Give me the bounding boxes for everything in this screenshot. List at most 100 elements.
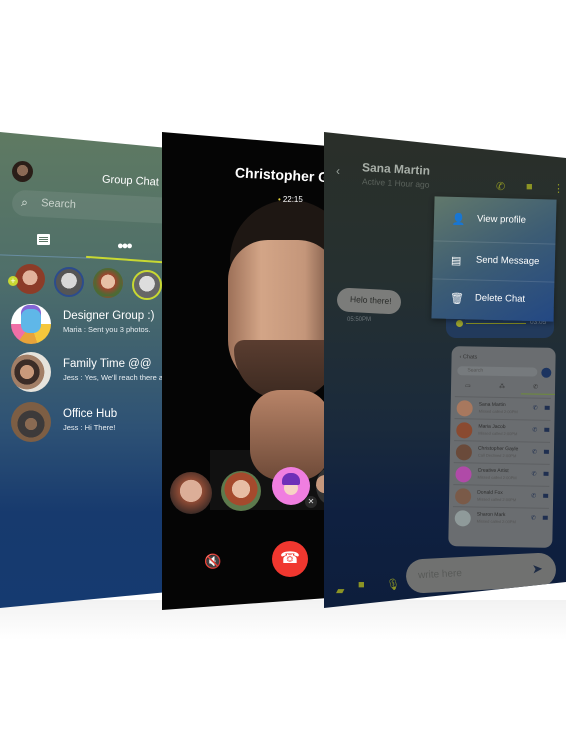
mini-contact-row: Sana Martin Missed called 2:00PM ✆ bbox=[454, 396, 551, 421]
group-avatar bbox=[11, 304, 51, 344]
chat-name: Family Time @@ bbox=[63, 358, 152, 370]
story-avatar[interactable] bbox=[93, 268, 123, 298]
chat-list-item[interactable]: Family Time @@ Jess : Yes, We'll reach t… bbox=[11, 352, 168, 394]
message-input[interactable]: write here ➤ bbox=[405, 552, 557, 594]
mini-video-icon bbox=[543, 471, 549, 476]
video-camera-icon[interactable]: ■ bbox=[526, 181, 533, 193]
incoming-message-bubble: Helo there! bbox=[336, 287, 402, 315]
tab-groups-group-icon[interactable]: ●●● bbox=[117, 240, 133, 252]
mini-phone-icon: ✆ bbox=[531, 449, 537, 456]
menu-item-label: Delete Chat bbox=[474, 292, 526, 305]
mini-video-icon bbox=[544, 427, 550, 432]
speaker-mute-button[interactable]: 🔇 bbox=[204, 553, 221, 570]
video-call-screen: Christopher Ga • 22:15 ✕ 🔇 ☎ bbox=[162, 132, 328, 610]
mini-contact-name: Creative Artist bbox=[477, 467, 509, 475]
mini-contact-name: Sana Martin bbox=[478, 401, 506, 409]
message-text: Helo there! bbox=[349, 294, 392, 307]
mini-phone-icon: ✆ bbox=[532, 427, 538, 434]
search-placeholder: Search bbox=[40, 197, 77, 211]
mini-avatar bbox=[456, 400, 473, 417]
tab-chats-message-icon[interactable] bbox=[37, 234, 50, 245]
mini-phone-icon: ✆ bbox=[530, 515, 536, 522]
search-icon: ⌕ bbox=[20, 195, 29, 210]
plus-icon[interactable]: + bbox=[8, 276, 18, 286]
floor-shadow bbox=[0, 600, 566, 640]
audio-progress-bar[interactable] bbox=[466, 323, 526, 324]
story-avatar[interactable] bbox=[54, 267, 84, 297]
mini-tab-chats: ▭ bbox=[465, 383, 471, 390]
phone-icon[interactable]: ✆ bbox=[496, 180, 505, 193]
menu-item-delete-chat[interactable]: 🗑 Delete Chat bbox=[431, 278, 555, 321]
mic-off-icon: ✕ bbox=[305, 496, 317, 508]
mini-video-icon bbox=[543, 493, 549, 498]
mini-contact-name: Donald Fox bbox=[477, 489, 503, 497]
mini-tab-groups: ⁂ bbox=[498, 383, 506, 391]
send-icon[interactable]: ➤ bbox=[531, 561, 543, 578]
caller-video bbox=[210, 200, 328, 510]
story-avatar[interactable] bbox=[132, 270, 162, 300]
chat-conversation-screen: ‹ Sana Martin Active 1 Hour ago ✆ ■ ⋮ He… bbox=[324, 132, 566, 608]
chat-last-message: Maria : Sent you 3 photos. bbox=[63, 325, 151, 334]
mini-contact-status: Missed called 2:00PM bbox=[477, 474, 517, 481]
mini-tab-indicator bbox=[520, 393, 555, 395]
message-input-placeholder: write here bbox=[417, 568, 463, 582]
chat-name: Designer Group :) bbox=[63, 310, 155, 322]
search-input[interactable]: ⌕ Search bbox=[11, 189, 168, 225]
mini-video-icon bbox=[543, 449, 549, 454]
call-duration: 22:15 bbox=[282, 195, 303, 204]
chat-last-message: Jess : Hi There! bbox=[63, 423, 116, 432]
mini-contact-name: Maria Jacob bbox=[478, 423, 506, 431]
trash-icon: 🗑 bbox=[449, 292, 465, 306]
user-avatar[interactable] bbox=[12, 161, 33, 182]
screen-title: Group Chat bbox=[101, 173, 160, 189]
mini-contact-status: Missed called 2:00PM bbox=[478, 430, 518, 437]
mini-contact-row: Sharon Mark Missed called 2:00PM ✆ bbox=[452, 506, 549, 531]
participant-avatar[interactable] bbox=[170, 472, 212, 514]
menu-item-label: Send Message bbox=[475, 254, 540, 268]
mini-video-icon bbox=[542, 515, 548, 520]
mini-contact-status: Missed called 2:00PM bbox=[477, 496, 517, 503]
shared-screenshot-message[interactable]: ‹ Chats Search ▭ ⁂ ✆ Sana Martin Missed c… bbox=[448, 346, 556, 548]
app-showcase: Group Chat ⌕ Search ●●● + Designer Group… bbox=[0, 0, 566, 743]
participant-avatar[interactable] bbox=[221, 471, 261, 511]
chat-list-item[interactable]: Designer Group :) Maria : Sent you 3 pho… bbox=[11, 304, 168, 346]
back-icon[interactable]: ‹ bbox=[336, 164, 340, 178]
person-icon: 👤 bbox=[451, 213, 466, 227]
callee-name: Christopher Ga bbox=[234, 164, 328, 186]
group-avatar bbox=[11, 352, 51, 392]
chat-name: Office Hub bbox=[63, 408, 118, 420]
play-icon[interactable] bbox=[456, 320, 463, 327]
mini-tab-calls: ✆ bbox=[532, 384, 539, 391]
recording-dot-icon: • bbox=[278, 195, 281, 204]
call-timer: • 22:15 bbox=[278, 195, 303, 204]
menu-item-send-message[interactable]: ▤ Send Message bbox=[432, 240, 556, 283]
chat-list-item[interactable]: Office Hub Jess : Hi There! bbox=[11, 402, 168, 444]
end-call-button[interactable]: ☎ bbox=[272, 541, 308, 577]
group-avatar bbox=[11, 402, 51, 442]
message-time: 05:50PM bbox=[347, 317, 372, 323]
menu-item-label: View profile bbox=[476, 213, 527, 226]
mini-avatar bbox=[456, 422, 473, 439]
context-menu: 👤 View profile ▤ Send Message 🗑 Delete C… bbox=[431, 196, 557, 322]
more-vertical-icon[interactable]: ⋮ bbox=[553, 182, 564, 195]
mini-search: Search bbox=[457, 366, 538, 377]
message-icon: ▤ bbox=[450, 254, 462, 268]
menu-item-view-profile[interactable]: 👤 View profile bbox=[434, 200, 557, 241]
mini-contact-status: Missed called 2:00PM bbox=[476, 518, 516, 525]
mini-phone-icon: ✆ bbox=[531, 471, 537, 478]
image-icon[interactable]: ▰ bbox=[336, 584, 344, 597]
mini-contact-status: Call Declined 2:00PM bbox=[477, 452, 517, 459]
tab-active-indicator bbox=[86, 255, 168, 265]
mini-avatar bbox=[455, 444, 473, 461]
mini-contact-row: Creative Artist Missed called 2:00PM ✆ bbox=[453, 462, 550, 487]
mini-avatar bbox=[455, 466, 472, 483]
microphone-icon[interactable]: 🎙 bbox=[386, 578, 400, 591]
tab-divider bbox=[0, 254, 90, 259]
mini-contact-row: Maria Jacob Missed called 2:00PM ✆ bbox=[454, 418, 551, 443]
mini-contact-row: Christopher Gayle Call Declined 2:00PM ✆ bbox=[453, 440, 551, 465]
contact-name: Sana Martin bbox=[361, 160, 431, 178]
story-avatar[interactable] bbox=[15, 264, 45, 294]
mini-contact-row: Donald Fox Missed called 2:00PM ✆ bbox=[452, 484, 550, 509]
mini-search-placeholder: Search bbox=[467, 367, 484, 374]
video-camera-icon[interactable]: ■ bbox=[358, 579, 365, 591]
